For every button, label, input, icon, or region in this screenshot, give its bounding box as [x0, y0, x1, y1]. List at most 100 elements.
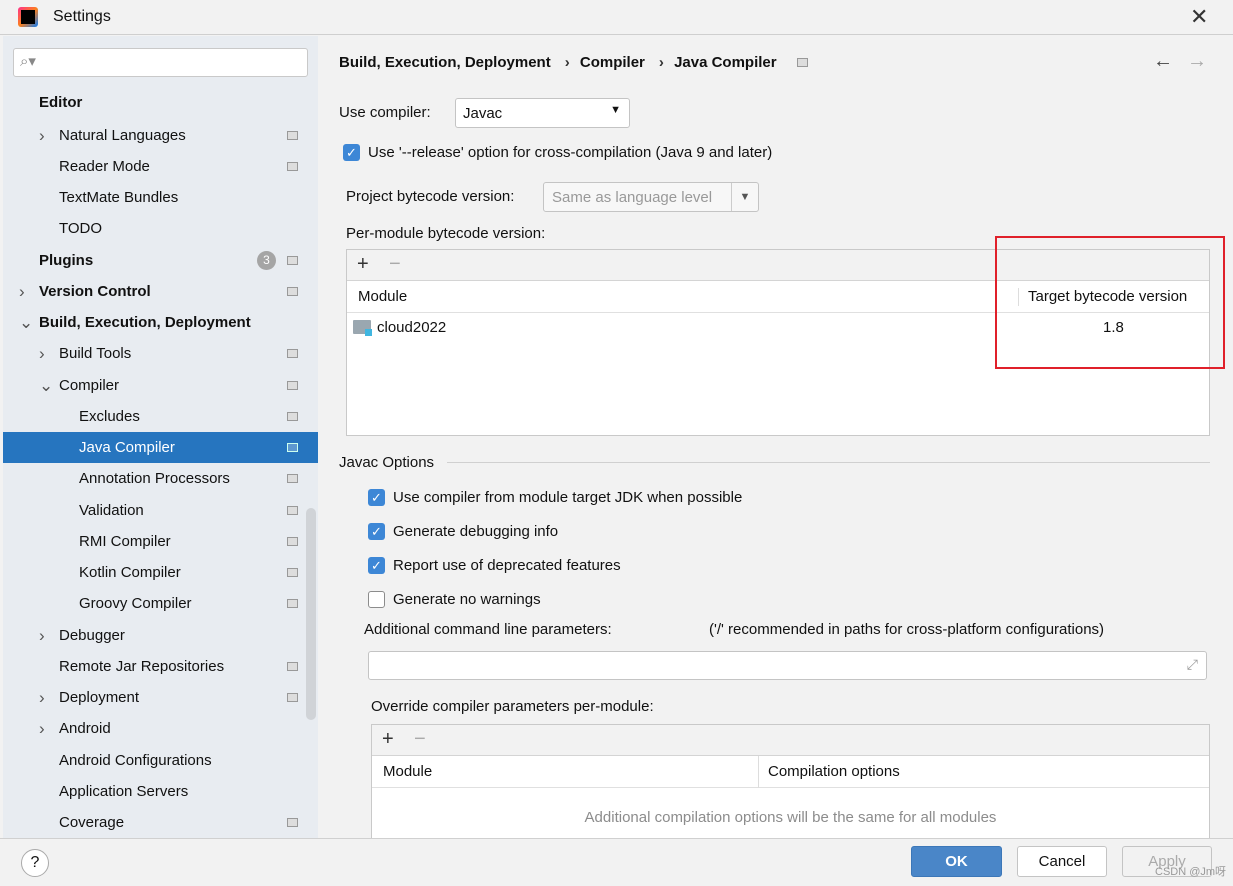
sidebar-item-label: Deployment	[59, 689, 140, 706]
option-label: Use compiler from module target JDK when…	[393, 489, 743, 506]
sidebar-item-label: Remote Jar Repositories	[59, 658, 225, 675]
remove-button[interactable]: −	[389, 253, 401, 276]
chevron-right-icon[interactable]: ›	[39, 620, 45, 651]
empty-text: Additional compilation options will be t…	[584, 809, 997, 826]
sidebar-item-android[interactable]: › Android	[3, 713, 318, 744]
chevron-right-icon[interactable]: ›	[39, 713, 45, 744]
project-level-icon	[287, 131, 298, 140]
ok-button[interactable]: OK	[911, 846, 1002, 877]
sidebar-item-validation[interactable]: Validation	[3, 495, 318, 526]
sidebar-item-label: Groovy Compiler	[79, 595, 192, 612]
search-input[interactable]: ⌕▾	[13, 48, 308, 77]
sidebar-item-coverage[interactable]: Coverage	[3, 807, 318, 838]
sidebar-item-plugins[interactable]: Plugins 3	[3, 245, 318, 276]
option-checkbox[interactable]: ✓	[368, 489, 385, 506]
additional-params-hint: ('/' recommended in paths for cross-plat…	[709, 621, 1105, 638]
sidebar-item-natural-languages[interactable]: › Natural Languages	[3, 120, 318, 151]
dropdown-arrow-icon: ▼	[731, 183, 758, 211]
release-option-checkbox[interactable]: ✓	[343, 144, 360, 161]
sidebar-item-editor[interactable]: Editor	[3, 87, 318, 118]
sidebar-item-remote-jar-repositories[interactable]: Remote Jar Repositories	[3, 651, 318, 682]
cancel-button[interactable]: Cancel	[1017, 846, 1107, 877]
sidebar-item-excludes[interactable]: Excludes	[3, 401, 318, 432]
title-bar: Settings ✕	[0, 0, 1233, 35]
column-header-module[interactable]: Module	[383, 756, 432, 788]
intellij-logo-icon	[18, 7, 38, 27]
sidebar-item-rmi-compiler[interactable]: RMI Compiler	[3, 526, 318, 557]
column-header-module[interactable]: Module	[358, 281, 407, 313]
sidebar-item-compiler[interactable]: ⌄ Compiler	[3, 370, 318, 401]
project-level-icon	[287, 693, 298, 702]
per-module-label: Per-module bytecode version:	[346, 225, 546, 242]
chevron-right-icon[interactable]: ›	[39, 120, 45, 151]
javac-options-title: Javac Options	[339, 454, 435, 471]
project-level-icon	[287, 162, 298, 171]
add-button[interactable]: +	[382, 728, 394, 751]
sidebar-item-application-servers[interactable]: Application Servers	[3, 776, 318, 807]
sidebar-item-label: Android	[59, 720, 111, 737]
sidebar-item-groovy-compiler[interactable]: Groovy Compiler	[3, 588, 318, 619]
sidebar-item-textmate-bundles[interactable]: TextMate Bundles	[3, 182, 318, 213]
chevron-down-icon[interactable]: ⌄	[39, 370, 53, 401]
footer: ? OK Cancel Apply CSDN @Jm呀	[0, 838, 1233, 886]
highlight-box	[995, 236, 1225, 369]
compiler-select[interactable]: Javac ▼	[455, 98, 630, 128]
sidebar-item-build-execution-deployment[interactable]: ⌄ Build, Execution, Deployment	[3, 307, 318, 338]
sidebar-item-debugger[interactable]: › Debugger	[3, 620, 318, 651]
chevron-down-icon[interactable]: ⌄	[19, 307, 33, 338]
sidebar-item-java-compiler[interactable]: Java Compiler	[3, 432, 318, 463]
use-compiler-label: Use compiler:	[339, 104, 431, 121]
count-badge: 3	[257, 251, 276, 270]
chevron-right-icon[interactable]: ›	[19, 276, 25, 307]
sidebar-item-label: Android Configurations	[59, 752, 212, 769]
option-label: Report use of deprecated features	[393, 557, 621, 574]
sidebar-item-label: Compiler	[59, 377, 120, 394]
dropdown-arrow-icon: ▼	[610, 104, 621, 116]
project-bytecode-select[interactable]: Same as language level ▼	[543, 182, 759, 212]
project-level-icon	[287, 474, 298, 483]
sidebar-item-label: Build Tools	[59, 345, 132, 362]
remove-button[interactable]: −	[414, 728, 426, 751]
sidebar-item-build-tools[interactable]: › Build Tools	[3, 338, 318, 369]
compiler-value: Javac	[463, 105, 503, 122]
sidebar-item-reader-mode[interactable]: Reader Mode	[3, 151, 318, 182]
project-level-icon	[287, 568, 298, 577]
sidebar-item-version-control[interactable]: › Version Control	[3, 276, 318, 307]
close-icon[interactable]: ✕	[1190, 4, 1208, 30]
sidebar-scrollbar[interactable]	[306, 508, 316, 720]
help-button[interactable]: ?	[21, 849, 49, 877]
back-arrow-icon[interactable]: ←	[1153, 50, 1173, 73]
option-checkbox[interactable]: ✓	[368, 557, 385, 574]
sidebar-item-label: Coverage	[59, 814, 125, 831]
project-level-icon	[287, 349, 298, 358]
option-checkbox[interactable]: ✓	[368, 523, 385, 540]
sidebar-item-deployment[interactable]: › Deployment	[3, 682, 318, 713]
sidebar-item-label: Excludes	[79, 408, 140, 425]
chevron-right-icon[interactable]: ›	[39, 338, 45, 369]
window-title: Settings	[53, 8, 111, 25]
forward-arrow-icon[interactable]: →	[1187, 50, 1207, 73]
breadcrumb-item[interactable]: Build, Execution, Deployment	[339, 54, 551, 71]
column-header-options[interactable]: Compilation options	[768, 756, 900, 788]
breadcrumb-item: Java Compiler	[674, 54, 777, 71]
module-folder-icon	[353, 320, 372, 336]
sidebar-item-kotlin-compiler[interactable]: Kotlin Compiler	[3, 557, 318, 588]
chevron-right-icon[interactable]: ›	[39, 682, 45, 713]
release-option-label: Use '--release' option for cross-compila…	[368, 144, 773, 161]
sidebar-item-android-configurations[interactable]: Android Configurations	[3, 745, 318, 776]
add-button[interactable]: +	[357, 253, 369, 276]
sidebar-item-annotation-processors[interactable]: Annotation Processors	[3, 463, 318, 494]
sidebar-item-label: Version Control	[39, 283, 151, 300]
additional-params-input[interactable]: ⤢	[368, 651, 1207, 680]
project-level-icon	[287, 599, 298, 608]
sidebar-item-label: Java Compiler	[79, 439, 175, 456]
project-level-icon	[287, 506, 298, 515]
option-checkbox[interactable]	[368, 591, 385, 608]
sidebar-item-label: Validation	[79, 502, 144, 519]
project-level-icon	[287, 256, 298, 265]
module-name: cloud2022	[377, 319, 447, 336]
expand-icon[interactable]: ⤢	[1187, 656, 1198, 673]
breadcrumb-item[interactable]: Compiler	[580, 54, 645, 71]
project-level-icon	[287, 381, 298, 390]
sidebar-item-todo[interactable]: TODO	[3, 213, 318, 244]
